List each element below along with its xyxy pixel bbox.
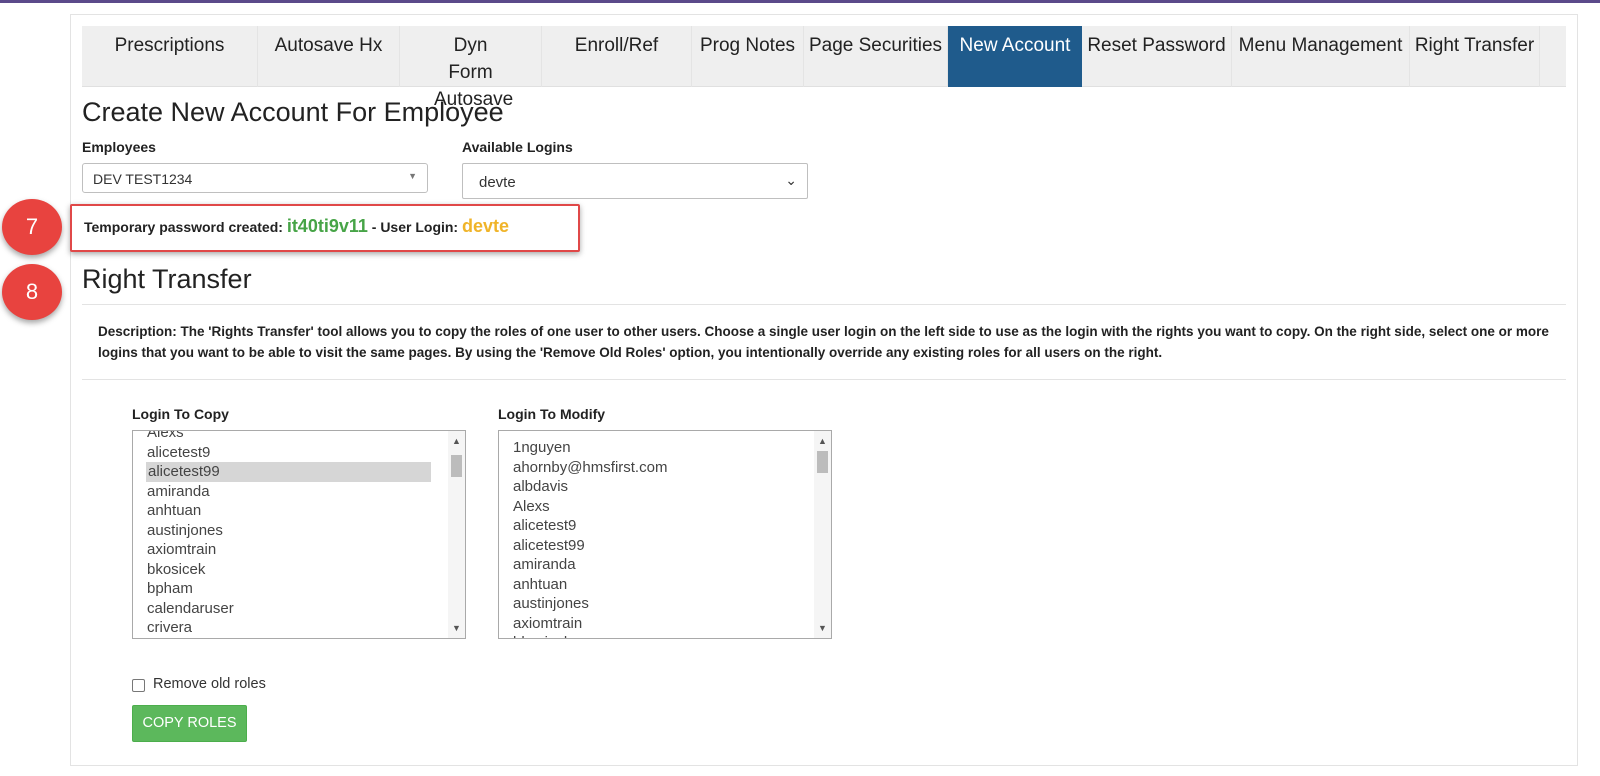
scroll-up-icon[interactable]: ▲ <box>814 433 831 449</box>
list-item[interactable]: anhtuan <box>499 575 815 595</box>
divider <box>82 304 1566 305</box>
list-item[interactable]: austinjones <box>133 521 449 541</box>
step-badge-8: 8 <box>2 264 62 320</box>
right-transfer-description: Description: The 'Rights Transfer' tool … <box>98 324 1549 360</box>
employees-select[interactable]: DEV TEST1234 ▼ <box>82 163 428 193</box>
tab-bar: Prescriptions Autosave Hx Dyn Form Autos… <box>82 26 1566 110</box>
tab-label: Autosave Hx <box>274 35 383 56</box>
right-transfer-title: Right Transfer <box>82 264 252 294</box>
list-item[interactable]: austinjones <box>499 594 815 614</box>
tab-label: Reset Password <box>1087 35 1226 56</box>
temp-password-value: it40ti9v11 <box>286 216 368 236</box>
tab-label: Page Securities <box>808 35 943 56</box>
scrollbar-thumb[interactable] <box>817 451 828 473</box>
tab-prog-notes[interactable]: Prog Notes <box>692 26 804 87</box>
list-item[interactable]: axiomtrain <box>133 540 449 560</box>
tab-right-transfer[interactable]: Right Transfer <box>1410 26 1540 87</box>
scrollbar-thumb[interactable] <box>451 455 462 477</box>
list-item[interactable]: anhtuan <box>133 501 449 521</box>
login-to-copy-listbox[interactable]: Alexs alicetest9 alicetest99 amiranda an… <box>132 430 466 639</box>
tab-reset-password[interactable]: Reset Password <box>1082 26 1232 87</box>
employees-label: Employees <box>82 139 156 155</box>
tab-label: Right Transfer <box>1414 35 1535 56</box>
list-item[interactable]: alicetest99 <box>499 536 815 556</box>
scroll-down-icon[interactable]: ▼ <box>448 620 465 636</box>
login-to-modify-scrollbar[interactable]: ▲ ▼ <box>814 431 831 638</box>
temporary-password-message: Temporary password created: it40ti9v11 -… <box>70 204 580 252</box>
remove-old-roles-checkbox[interactable] <box>132 679 145 692</box>
list-item[interactable]: alicetest9 <box>133 443 449 463</box>
list-item[interactable]: calendaruser <box>133 599 449 619</box>
tab-prescriptions[interactable]: Prescriptions <box>82 26 258 87</box>
user-login-prefix: - User Login: <box>367 219 462 235</box>
list-item[interactable]: bpham <box>133 579 449 599</box>
list-item[interactable]: 1nguyen <box>499 438 815 458</box>
list-item[interactable]: bkosicek <box>133 560 449 580</box>
caret-down-icon: ▼ <box>408 171 417 181</box>
login-to-modify-listbox[interactable]: 1nguyen ahornby@hmsfirst.com albdavis Al… <box>498 430 832 639</box>
chevron-down-icon: ⌄ <box>785 172 797 188</box>
tab-label: New Account <box>959 35 1071 56</box>
list-item-selected[interactable]: alicetest99 <box>146 462 431 482</box>
list-item[interactable]: Alexs <box>499 497 815 517</box>
tab-label: Menu Management <box>1238 35 1403 56</box>
step-badge-7: 7 <box>2 199 62 255</box>
list-item[interactable]: amiranda <box>499 555 815 575</box>
tab-dyn-form-autosave[interactable]: Dyn Form Autosave <box>400 26 542 110</box>
remove-old-roles-label: Remove old roles <box>153 676 266 692</box>
list-item[interactable]: bkosicek <box>499 633 815 638</box>
scroll-up-icon[interactable]: ▲ <box>448 433 465 449</box>
divider <box>82 379 1566 380</box>
login-to-copy-label: Login To Copy <box>132 406 229 422</box>
scroll-down-icon[interactable]: ▼ <box>814 620 831 636</box>
tab-autosave-hx[interactable]: Autosave Hx <box>258 26 400 87</box>
list-item[interactable]: albdavis <box>499 477 815 497</box>
tab-menu-management[interactable]: Menu Management <box>1232 26 1410 87</box>
list-item[interactable]: alicetest9 <box>499 516 815 536</box>
list-item[interactable]: Alexs <box>133 431 449 443</box>
tab-label: Prescriptions <box>114 35 225 56</box>
login-to-modify-label: Login To Modify <box>498 406 606 422</box>
user-login-value: devte <box>462 216 510 236</box>
login-to-copy-items: Alexs alicetest9 alicetest99 amiranda an… <box>133 431 449 638</box>
tab-new-account[interactable]: New Account <box>948 26 1082 87</box>
available-logins-value: devte <box>479 174 516 191</box>
list-item[interactable]: ahornby@hmsfirst.com <box>499 458 815 478</box>
tab-page-securities[interactable]: Page Securities <box>804 26 948 87</box>
list-item[interactable]: amiranda <box>133 482 449 502</box>
new-account-title: Create New Account For Employee <box>82 97 504 127</box>
tab-enroll-ref[interactable]: Enroll/Ref <box>542 26 692 87</box>
tab-label: Enroll/Ref <box>574 35 659 56</box>
login-to-modify-items: 1nguyen ahornby@hmsfirst.com albdavis Al… <box>499 438 815 638</box>
login-to-copy-scrollbar[interactable]: ▲ ▼ <box>448 431 465 638</box>
list-item[interactable]: axiomtrain <box>499 614 815 634</box>
available-logins-label: Available Logins <box>462 139 573 155</box>
available-logins-select[interactable]: devte ⌄ <box>462 163 808 199</box>
list-item[interactable]: crivera <box>133 618 449 638</box>
copy-roles-button[interactable]: COPY ROLES <box>132 705 247 742</box>
top-accent-bar <box>0 0 1600 3</box>
tab-label: Prog Notes <box>699 35 796 56</box>
employees-value: DEV TEST1234 <box>93 171 193 187</box>
temp-password-prefix: Temporary password created: <box>84 219 287 235</box>
